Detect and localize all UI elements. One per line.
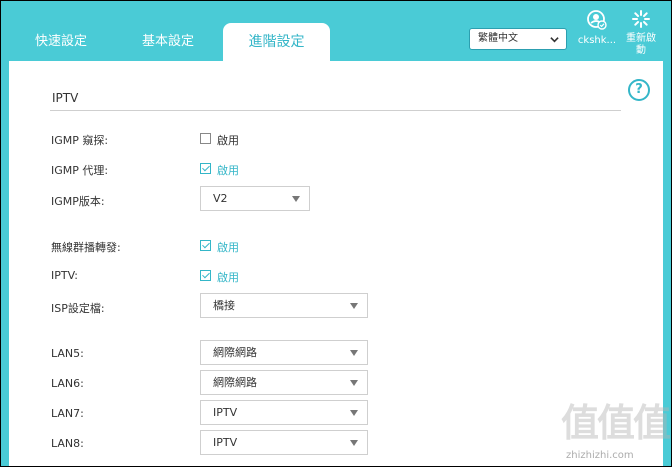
lan5-select[interactable]: 網際網路 [200,340,368,365]
section-divider [50,110,621,111]
lan8-label: LAN8: [51,437,84,450]
isp-profile-value: 橋接 [213,299,235,312]
lan7-select[interactable]: IPTV [200,400,368,425]
igmp-proxy-label: IGMP 代理: [51,164,109,177]
router-admin-window: 快速設定 基本設定 進階設定 繁體中文 ckshk... 重新啟 動 IPTV … [0,0,672,467]
help-icon[interactable]: ? [628,79,650,101]
iptv-label: IPTV: [51,269,78,282]
dropdown-arrow-icon [350,410,358,416]
igmp-version-select[interactable]: V2 [200,186,310,211]
user-name: ckshk... [577,35,617,46]
watermark-url: zhizhizhi.com [566,450,634,461]
dropdown-arrow-icon [350,303,358,309]
left-border-strip [1,61,9,466]
lan7-value: IPTV [213,406,238,419]
igmp-version-value: V2 [213,192,228,205]
wireless-multicast-enable-label[interactable]: 啟用 [217,239,239,255]
lan6-value: 網際網路 [213,376,257,389]
igmp-snooping-checkbox[interactable] [200,133,211,144]
lan6-label: LAN6: [51,377,84,390]
lan8-select[interactable]: IPTV [200,430,368,455]
user-account-button[interactable]: ckshk... [575,9,619,46]
tab-advanced-setup[interactable]: 進階設定 [223,23,330,61]
igmp-proxy-checkbox[interactable] [200,163,211,174]
igmp-version-label: IGMP版本: [51,195,105,208]
chevron-down-icon [550,32,559,52]
dropdown-arrow-icon [292,196,300,202]
wireless-multicast-checkbox[interactable] [200,240,211,251]
isp-profile-select[interactable]: 橋接 [200,293,368,318]
lan8-value: IPTV [213,436,238,449]
tab-quick-setup[interactable]: 快速設定 [35,27,87,57]
reboot-icon [621,9,661,33]
language-select-value: 繁體中文 [478,33,518,44]
igmp-proxy-enable-label[interactable]: 啟用 [217,162,239,178]
iptv-enable-label[interactable]: 啟用 [217,269,239,285]
lan7-label: LAN7: [51,407,84,420]
wireless-multicast-label: 無線群播轉發: [51,241,121,254]
lan5-value: 網際網路 [213,346,257,359]
user-icon [575,9,619,35]
tab-basic-setup[interactable]: 基本設定 [142,27,194,57]
igmp-snooping-enable-label[interactable]: 啟用 [217,132,239,148]
dropdown-arrow-icon [350,350,358,356]
dropdown-arrow-icon [350,380,358,386]
lan6-select[interactable]: 網際網路 [200,370,368,395]
reboot-label-line2: 動 [636,45,646,56]
reboot-label-line1: 重新啟 [626,33,656,44]
language-select[interactable]: 繁體中文 [469,28,567,50]
section-title: IPTV [52,91,79,105]
igmp-snooping-label: IGMP 窺探: [51,134,109,147]
top-navigation-bar: 快速設定 基本設定 進階設定 繁體中文 ckshk... 重新啟 動 [1,1,671,61]
watermark-logo: 值值值 [561,401,671,445]
reboot-button[interactable]: 重新啟 動 [621,9,661,57]
isp-profile-label: ISP設定檔: [51,302,105,315]
lan5-label: LAN5: [51,347,84,360]
dropdown-arrow-icon [350,440,358,446]
iptv-checkbox[interactable] [200,270,211,281]
